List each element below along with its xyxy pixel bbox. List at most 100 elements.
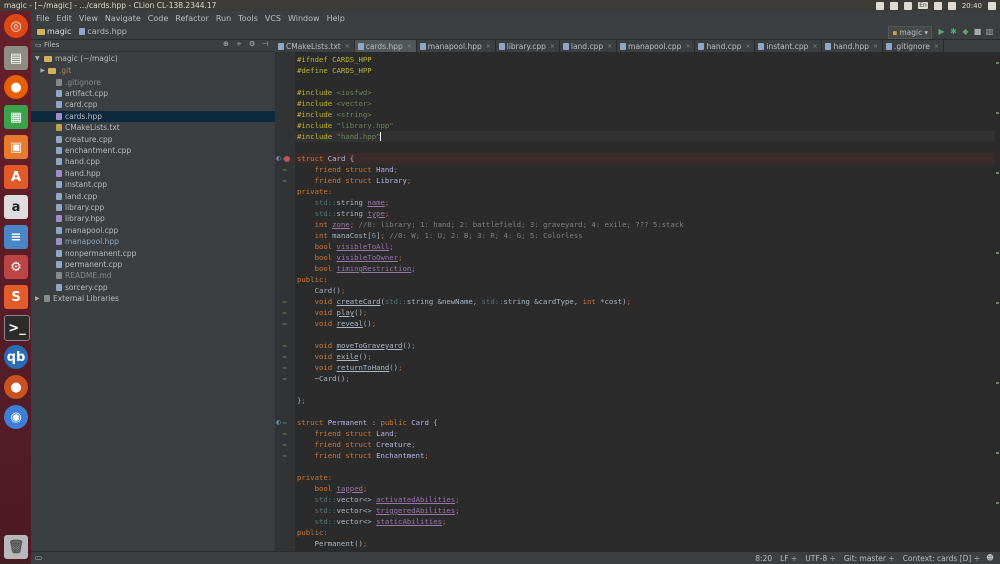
volume-icon[interactable] bbox=[947, 1, 956, 10]
clion-icon[interactable]: ● bbox=[4, 375, 28, 399]
clock[interactable]: 20:40 bbox=[962, 2, 982, 10]
close-icon[interactable]: × bbox=[345, 43, 350, 50]
menu-view[interactable]: View bbox=[79, 14, 98, 23]
battery-icon[interactable] bbox=[933, 1, 942, 10]
menu-run[interactable]: Run bbox=[216, 14, 231, 23]
code-editor[interactable]: #ifndef CARDS_HPP #define CARDS_HPP #inc… bbox=[295, 52, 997, 551]
build-icon[interactable]: ▥ bbox=[985, 27, 994, 36]
line-separator[interactable]: LF ÷ bbox=[780, 554, 797, 563]
editor-tab[interactable]: land.cpp × bbox=[560, 40, 618, 52]
close-icon[interactable]: × bbox=[486, 43, 491, 50]
stop-icon[interactable]: ■ bbox=[973, 27, 982, 36]
ubuntu-logo-icon[interactable]: ◎ bbox=[4, 14, 28, 38]
power-icon[interactable] bbox=[988, 1, 996, 10]
files-icon[interactable]: ▤ bbox=[4, 46, 28, 70]
tree-item[interactable]: manapool.hpp bbox=[31, 236, 119, 247]
breadcrumb-file[interactable]: cards.hpp bbox=[87, 27, 126, 36]
tree-item[interactable]: cards.hpp bbox=[31, 110, 275, 122]
editor-tab[interactable]: instant.cpp × bbox=[755, 40, 823, 52]
close-icon[interactable]: × bbox=[550, 43, 555, 50]
chromium-icon[interactable]: ◉ bbox=[4, 405, 28, 429]
menu-edit[interactable]: Edit bbox=[56, 14, 72, 23]
close-icon[interactable]: × bbox=[934, 43, 939, 50]
editor-tab[interactable]: manapool.hpp × bbox=[417, 40, 496, 52]
tree-item[interactable]: README.md bbox=[31, 270, 112, 281]
menu-file[interactable]: File bbox=[36, 14, 49, 23]
close-icon[interactable]: × bbox=[745, 43, 750, 50]
menu-navigate[interactable]: Navigate bbox=[105, 14, 141, 23]
software-center-icon[interactable]: A bbox=[4, 165, 28, 189]
close-icon[interactable]: × bbox=[685, 43, 690, 50]
settings-icon[interactable]: ⚙ bbox=[4, 255, 28, 279]
event-log-icon[interactable]: ☻ bbox=[986, 553, 994, 562]
breadcrumb-project[interactable]: magic bbox=[47, 27, 71, 36]
firefox-icon[interactable]: ● bbox=[4, 75, 28, 99]
sublime-text-icon[interactable]: S bbox=[4, 285, 28, 309]
file-encoding[interactable]: UTF-8 ÷ bbox=[805, 554, 836, 563]
caret-position[interactable]: 8:20 bbox=[755, 554, 772, 563]
menu-help[interactable]: Help bbox=[327, 14, 345, 23]
tree-item[interactable]: manapool.cpp bbox=[31, 225, 118, 236]
presentation-icon[interactable]: ▣ bbox=[4, 135, 28, 159]
tree-item[interactable]: hand.cpp bbox=[31, 156, 100, 167]
collapse-icon[interactable]: ÷ bbox=[236, 40, 242, 48]
tree-item[interactable]: creature.cpp bbox=[31, 133, 113, 144]
editor-tab[interactable]: CMakeLists.txt × bbox=[275, 40, 355, 52]
tree-item[interactable]: library.hpp bbox=[31, 213, 105, 224]
tree-item[interactable]: nonpermanent.cpp bbox=[31, 247, 136, 258]
gear-icon[interactable]: ⚙ bbox=[249, 40, 255, 48]
sync-icon[interactable]: ⊕ bbox=[223, 40, 229, 48]
editor-tab[interactable]: hand.cpp × bbox=[695, 40, 756, 52]
keyboard-layout-badge[interactable]: En bbox=[918, 2, 928, 9]
menu-window[interactable]: Window bbox=[288, 14, 320, 23]
breakpoint-icon[interactable] bbox=[284, 156, 290, 162]
implementation-icon[interactable]: ◐ bbox=[276, 419, 281, 426]
qbittorrent-icon[interactable]: qb bbox=[4, 345, 28, 369]
coverage-icon[interactable]: ◆ bbox=[961, 27, 970, 36]
debug-icon[interactable]: ✱ bbox=[949, 27, 958, 36]
hide-panel-icon[interactable]: ⊣ bbox=[262, 40, 268, 48]
external-libraries[interactable]: ▶ External Libraries bbox=[35, 293, 119, 304]
editor-tab[interactable]: manapool.cpp × bbox=[617, 40, 696, 52]
implementation-icon[interactable]: ◐ bbox=[276, 155, 281, 162]
tree-item[interactable]: .gitignore bbox=[31, 76, 101, 87]
spreadsheet-icon[interactable]: ▦ bbox=[4, 105, 28, 129]
close-icon[interactable]: × bbox=[873, 43, 878, 50]
close-icon[interactable]: × bbox=[407, 43, 412, 50]
tree-item[interactable]: permanent.cpp bbox=[31, 259, 122, 270]
tree-item[interactable]: enchantment.cpp bbox=[31, 145, 131, 156]
editor-tab[interactable]: hand.hpp × bbox=[822, 40, 884, 52]
wifi-icon[interactable] bbox=[890, 1, 899, 10]
tree-root[interactable]: ▼ magic (~/magic) bbox=[35, 53, 118, 64]
run-icon[interactable]: ▶ bbox=[937, 27, 946, 36]
tree-item[interactable]: sorcery.cpp bbox=[31, 282, 108, 293]
bluetooth-icon[interactable] bbox=[904, 1, 913, 10]
project-view-title[interactable]: Files bbox=[44, 41, 59, 49]
close-icon[interactable]: × bbox=[607, 43, 612, 50]
editor-tab[interactable]: library.cpp × bbox=[496, 40, 560, 52]
writer-icon[interactable]: ≡ bbox=[4, 225, 28, 249]
menu-refactor[interactable]: Refactor bbox=[175, 14, 209, 23]
run-config-select[interactable]: ▪ magic ▾ bbox=[888, 26, 932, 39]
menu-tools[interactable]: Tools bbox=[238, 14, 258, 23]
menu-vcs[interactable]: VCS bbox=[265, 14, 281, 23]
tree-item[interactable]: artifact.cpp bbox=[31, 88, 108, 99]
tree-item[interactable]: ▶ .git bbox=[31, 65, 71, 76]
resolve-context[interactable]: Context: cards [D] ÷ bbox=[903, 554, 980, 563]
tree-item[interactable]: CMakeLists.txt bbox=[31, 122, 120, 133]
editor-tab[interactable]: .gitignore × bbox=[883, 40, 944, 52]
editor-tab[interactable]: cards.hpp × bbox=[354, 40, 417, 52]
git-branch[interactable]: Git: master ÷ bbox=[844, 554, 895, 563]
close-icon[interactable]: × bbox=[812, 43, 817, 50]
tree-item[interactable]: hand.hpp bbox=[31, 168, 101, 179]
tree-item[interactable]: card.cpp bbox=[31, 99, 97, 110]
menu-code[interactable]: Code bbox=[148, 14, 168, 23]
dropbox-icon[interactable] bbox=[876, 1, 885, 10]
tree-item[interactable]: library.cpp bbox=[31, 202, 104, 213]
tree-item[interactable]: instant.cpp bbox=[31, 179, 107, 190]
error-stripe[interactable] bbox=[995, 52, 1000, 551]
terminal-icon[interactable]: >_ bbox=[4, 315, 30, 341]
trash-icon[interactable]: 🗑 bbox=[4, 535, 28, 559]
amazon-icon[interactable]: a bbox=[4, 195, 28, 219]
tree-item[interactable]: land.cpp bbox=[31, 190, 97, 201]
